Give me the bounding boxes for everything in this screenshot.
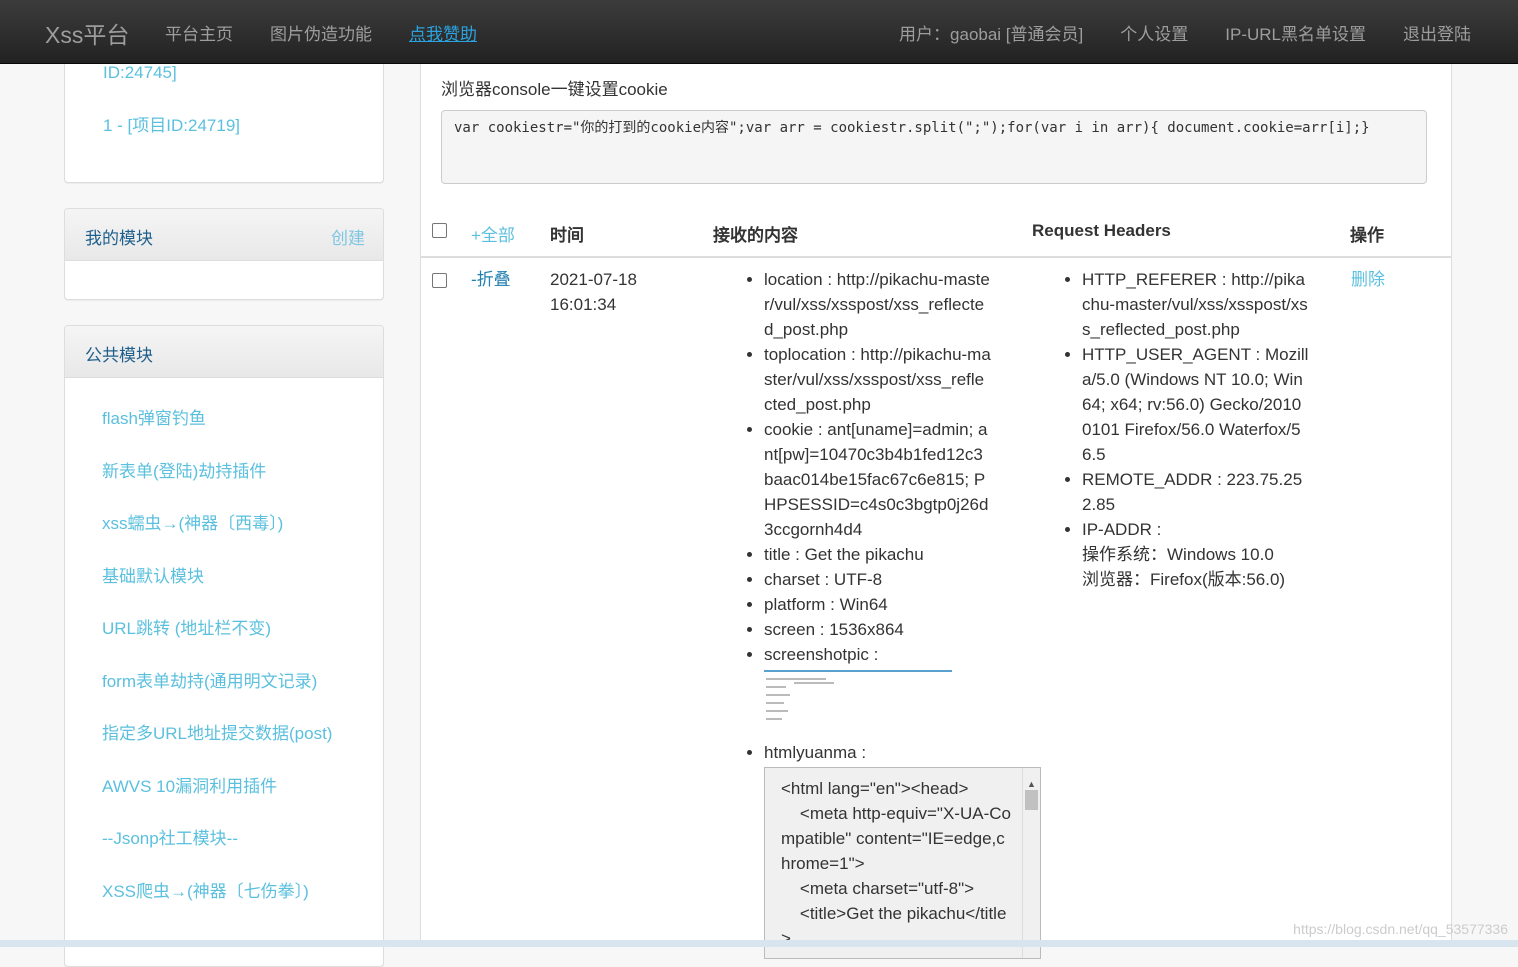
content-item: charset : UTF-8 bbox=[764, 567, 991, 592]
col-action: 操作 bbox=[1350, 226, 1384, 245]
source-line: <meta charset="utf-8"> bbox=[781, 879, 975, 898]
row-checkbox[interactable] bbox=[432, 273, 447, 288]
nav-settings[interactable]: 个人设置 bbox=[1120, 20, 1188, 45]
browser-line: 浏览器：Firefox(版本:56.0) bbox=[1082, 570, 1286, 589]
select-all-checkbox[interactable] bbox=[432, 223, 447, 238]
nav-left: 平台主页 图片伪造功能 点我赞助 bbox=[165, 20, 477, 45]
htmlsource-label: htmlyuanma : bbox=[764, 743, 867, 762]
module-item[interactable]: 指定多URL地址提交数据(post) bbox=[102, 723, 332, 776]
public-modules-title: 公共模块 bbox=[85, 346, 153, 365]
my-modules-title: 我的模块 bbox=[85, 229, 153, 248]
nav-user[interactable]: 用户：gaobai [普通会员] bbox=[899, 20, 1083, 45]
nav-right: 用户：gaobai [普通会员] 个人设置 IP-URL黑名单设置 退出登陆 bbox=[899, 20, 1471, 45]
content-item: toplocation : http://pikachu-master/vul/… bbox=[764, 342, 991, 417]
col-time: 时间 bbox=[550, 226, 584, 245]
col-headers: Request Headers bbox=[1032, 221, 1171, 240]
project-item-24719[interactable]: 1 - [项目ID:24719] bbox=[103, 115, 343, 137]
public-modules-list: flash弹窗钓鱼 新表单(登陆)劫持插件 xss蠕虫→(神器〔西毒〕) 基础默… bbox=[102, 408, 332, 933]
nav-sponsor[interactable]: 点我赞助 bbox=[409, 20, 477, 45]
row-date: 2021-07-18 bbox=[550, 270, 637, 289]
collapse-link[interactable]: -折叠 bbox=[471, 267, 511, 292]
header-item-ip: IP-ADDR : 操作系统：Windows 10.0 浏览器：Firefox(… bbox=[1082, 517, 1309, 592]
cookie-code-block: var cookiestr="你的打到的cookie内容";var arr = … bbox=[441, 110, 1427, 184]
row-time: 2021-07-18 16:01:34 bbox=[550, 267, 637, 317]
scroll-thumb[interactable] bbox=[1025, 790, 1038, 810]
module-item[interactable]: xss蠕虫→(神器〔西毒〕) bbox=[102, 513, 332, 566]
header-item: HTTP_USER_AGENT : Mozilla/5.0 (Windows N… bbox=[1082, 342, 1309, 467]
header-item: REMOTE_ADDR : 223.75.252.85 bbox=[1082, 467, 1309, 517]
content-item: platform : Win64 bbox=[764, 592, 991, 617]
textarea-scrollbar[interactable]: ▲ bbox=[1022, 768, 1040, 958]
nav-logout[interactable]: 退出登陆 bbox=[1403, 20, 1471, 45]
my-modules-panel: 我的模块 创建 bbox=[64, 208, 384, 300]
ip-addr-label: IP-ADDR : bbox=[1082, 520, 1162, 539]
module-item[interactable]: AWVS 10漏洞利用插件 bbox=[102, 776, 332, 829]
source-line: <meta http-equiv="X-UA-Compatible" conte… bbox=[781, 804, 1011, 873]
delete-button[interactable]: 删除 bbox=[1351, 267, 1385, 292]
watermark: https://blog.csdn.net/qq_53577336 bbox=[1293, 921, 1508, 937]
htmlsource-textarea[interactable]: <html lang="en"><head> <meta http-equiv=… bbox=[764, 767, 1041, 959]
request-headers: HTTP_REFERER : http://pikachu-master/vul… bbox=[1064, 267, 1309, 592]
bottom-bar bbox=[0, 940, 1518, 947]
module-item[interactable]: form表单劫持(通用明文记录) bbox=[102, 671, 332, 724]
module-item[interactable]: XSS爬虫→(神器〔七伤拳〕) bbox=[102, 881, 332, 934]
content-item: location : http://pikachu-master/vul/xss… bbox=[764, 267, 991, 342]
nav-blacklist[interactable]: IP-URL黑名单设置 bbox=[1225, 20, 1366, 45]
received-content: location : http://pikachu-master/vul/xss… bbox=[746, 267, 1041, 959]
content-item-htmlsource: htmlyuanma : <html lang="en"><head> <met… bbox=[764, 740, 1041, 959]
screenshot-thumbnail[interactable] bbox=[764, 670, 952, 734]
module-item[interactable]: --Jsonp社工模块-- bbox=[102, 828, 332, 881]
module-item[interactable]: 基础默认模块 bbox=[102, 566, 332, 619]
nav-home[interactable]: 平台主页 bbox=[165, 20, 233, 45]
os-line: 操作系统：Windows 10.0 bbox=[1082, 545, 1274, 564]
table-header-divider bbox=[421, 256, 1451, 258]
module-item[interactable]: URL跳转 (地址栏不变) bbox=[102, 618, 332, 671]
create-module-button[interactable]: 创建 bbox=[331, 224, 365, 249]
col-content: 接收的内容 bbox=[713, 226, 798, 245]
module-item[interactable]: 新表单(登陆)劫持插件 bbox=[102, 461, 332, 514]
source-line: <html lang="en"><head> bbox=[781, 779, 969, 798]
console-title: 浏览器console一键设置cookie bbox=[441, 80, 668, 99]
nav-image-forge[interactable]: 图片伪造功能 bbox=[270, 20, 372, 45]
row-clock: 16:01:34 bbox=[550, 295, 617, 314]
top-navbar: Xss平台 平台主页 图片伪造功能 点我赞助 用户：gaobai [普通会员] … bbox=[0, 0, 1518, 64]
module-item[interactable]: flash弹窗钓鱼 bbox=[102, 408, 332, 461]
expand-all-link[interactable]: +全部 bbox=[471, 221, 515, 246]
content-item: title : Get the pikachu bbox=[764, 542, 991, 567]
main-content: 浏览器console一键设置cookie var cookiestr="你的打到… bbox=[420, 63, 1452, 959]
content-item-screenshot: screenshotpic : bbox=[764, 642, 991, 734]
header-item: HTTP_REFERER : http://pikachu-master/vul… bbox=[1082, 267, 1309, 342]
content-item: screen : 1536x864 bbox=[764, 617, 991, 642]
screenshot-label: screenshotpic : bbox=[764, 645, 879, 664]
brand-logo[interactable]: Xss平台 bbox=[45, 16, 129, 50]
content-item: cookie : ant[uname]=admin; ant[pw]=10470… bbox=[764, 417, 991, 542]
project-item-24745[interactable]: ID:24745] bbox=[103, 62, 343, 84]
public-modules-panel: 公共模块 flash弹窗钓鱼 新表单(登陆)劫持插件 xss蠕虫→(神器〔西毒〕… bbox=[64, 325, 384, 967]
